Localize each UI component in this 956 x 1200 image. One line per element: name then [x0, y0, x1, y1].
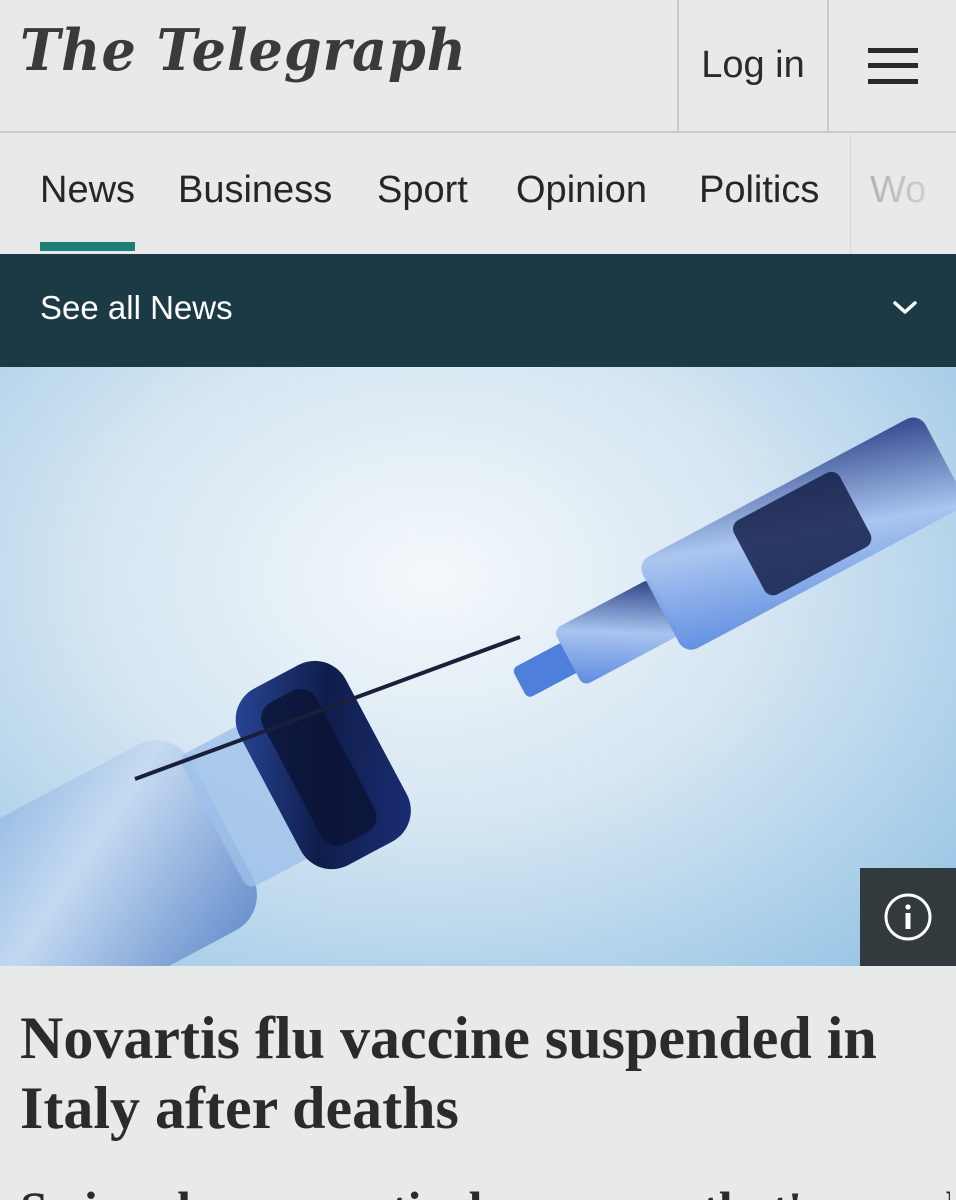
- see-all-news-bar[interactable]: See all News: [0, 254, 956, 367]
- article-hero-image: [0, 367, 956, 966]
- hamburger-menu-icon: [867, 47, 918, 84]
- info-icon: [884, 893, 932, 941]
- section-nav: News Business Sport Opinion Politics Wo: [0, 133, 956, 254]
- nav-item-news[interactable]: News: [40, 169, 136, 251]
- menu-button[interactable]: [827, 0, 956, 131]
- nav-item-business[interactable]: Business: [178, 169, 332, 212]
- nav-item-sport[interactable]: Sport: [377, 169, 468, 212]
- nav-scroll-fade: [850, 133, 956, 254]
- article-headline: Novartis flu vaccine suspended in Italy …: [20, 1005, 877, 1141]
- see-all-news-label: See all News: [40, 289, 233, 326]
- chevron-down-icon[interactable]: [890, 293, 920, 323]
- image-info-button[interactable]: [860, 868, 956, 966]
- telegraph-logo[interactable]: The Telegraph: [20, 16, 467, 83]
- article-standfirst: Swiss pharmaceutical company that's urge…: [20, 1180, 950, 1200]
- site-header: The Telegraph Log in: [0, 0, 956, 133]
- login-button[interactable]: Log in: [677, 0, 827, 131]
- nav-item-opinion[interactable]: Opinion: [516, 169, 647, 212]
- nav-item-politics[interactable]: Politics: [699, 169, 819, 212]
- vaccine-syringe-illustration: [0, 417, 956, 966]
